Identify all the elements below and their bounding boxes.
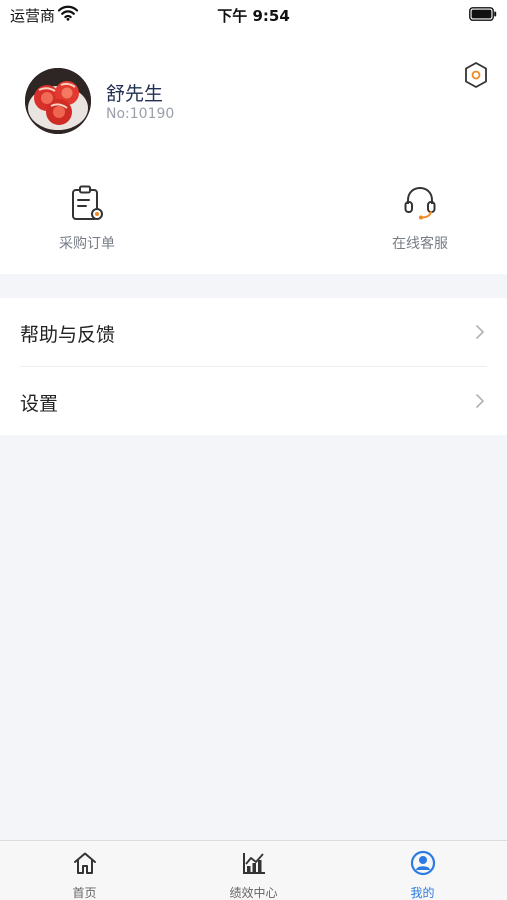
status-bar: 运营商 下午 9:54 (0, 0, 507, 30)
menu-item-label: 设置 (20, 393, 59, 415)
settings-hex-icon[interactable] (463, 61, 489, 89)
profile-section: 舒先生 No:10190 采购订单 在线客服 (0, 30, 507, 274)
user-name: 舒先生 (106, 83, 164, 105)
tab-label: 我的 (410, 886, 435, 900)
tab-home[interactable]: 首页 (0, 841, 169, 900)
online-service-label: 在线客服 (392, 236, 448, 252)
tab-bar: 首页 绩效中心 我的 (0, 840, 507, 900)
menu-item-help-feedback[interactable]: 帮助与反馈 (0, 298, 507, 366)
tab-label: 首页 (72, 886, 97, 900)
avatar-image (25, 68, 91, 134)
battery-icon (469, 7, 497, 21)
tab-mine[interactable]: 我的 (338, 841, 507, 900)
purchase-orders-label: 采购订单 (59, 236, 115, 252)
home-icon (74, 852, 96, 874)
tab-performance-center[interactable]: 绩效中心 (169, 841, 338, 900)
clipboard-icon (72, 185, 103, 220)
user-circle-icon (410, 850, 436, 876)
status-time: 下午 9:54 (217, 7, 290, 25)
avatar[interactable] (25, 68, 91, 134)
online-service-button[interactable]: 在线客服 (365, 180, 475, 260)
menu-item-label: 帮助与反馈 (20, 324, 116, 346)
purchase-orders-button[interactable]: 采购订单 (32, 180, 142, 260)
chevron-right-icon (476, 325, 484, 339)
chart-icon (243, 853, 265, 874)
chevron-right-icon (476, 394, 484, 408)
menu-group: 帮助与反馈 设置 (0, 298, 507, 435)
headset-icon (404, 186, 436, 220)
user-number: No:10190 (106, 106, 175, 122)
tab-label: 绩效中心 (229, 886, 278, 900)
menu-item-settings[interactable]: 设置 (0, 367, 507, 435)
